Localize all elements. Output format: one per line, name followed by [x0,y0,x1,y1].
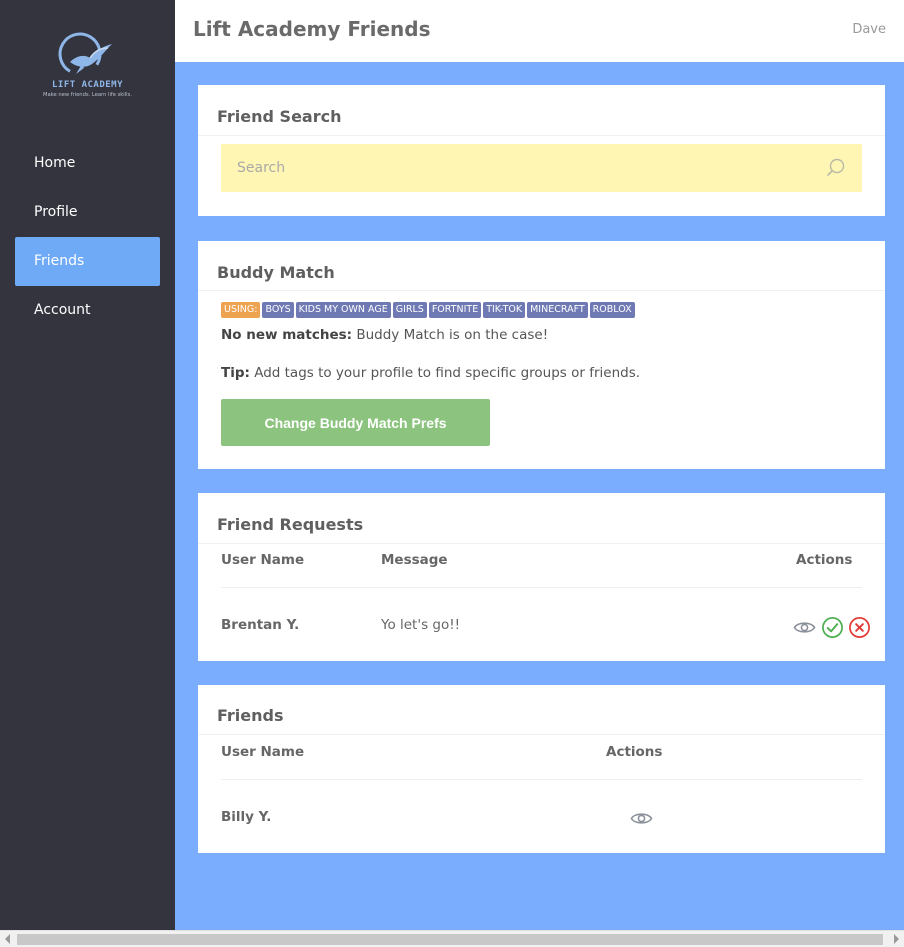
sidebar-item-profile[interactable]: Profile [15,188,160,237]
scroll-right-arrow-icon[interactable] [894,934,899,944]
friend-search-card: Friend Search [198,85,885,216]
tip-bold: Tip: [221,365,250,381]
tag-badge: TIK-TOK [483,302,526,318]
scroll-left-arrow-icon[interactable] [5,934,10,944]
tip-text: Add tags to your profile to find specifi… [249,365,641,381]
scrollbar-thumb[interactable] [17,934,883,945]
sidebar-item-home[interactable]: Home [15,139,160,188]
logo-tagline: Make new friends. Learn life skills. [43,92,132,98]
search-input[interactable] [221,144,862,192]
tag-badge: FORTNITE [428,302,482,318]
change-buddy-match-prefs-button[interactable]: Change Buddy Match Prefs [221,399,490,446]
divider [198,543,885,544]
friend-requests-card: Friend Requests User Name Message Action… [198,493,885,661]
friend-search-title: Friend Search [217,107,342,126]
column-header-message: Message [381,552,448,568]
buddy-match-tip: Tip: Add tags to your profile to find sp… [221,365,640,381]
column-header-actions: Actions [796,552,853,568]
using-label-badge: USING: [221,302,261,318]
tag-badge: MINECRAFT [527,302,588,318]
eye-icon[interactable] [630,807,653,830]
lift-academy-logo[interactable]: LIFT ACADEMY Make new friends. Learn lif… [30,28,145,103]
column-header-user-name: User Name [221,552,305,568]
tag-badge: ROBLOX [589,302,635,318]
divider [198,135,885,136]
row-divider [221,587,862,588]
user-menu[interactable]: Dave [852,22,886,37]
top-bar: Lift Academy Friends Dave [175,0,904,62]
eye-icon[interactable] [793,616,816,639]
request-user-name: Brentan Y. [221,617,300,633]
search-icon[interactable] [826,158,846,178]
tag-badge: KIDS MY OWN AGE [295,302,391,318]
sidebar: LIFT ACADEMY Make new friends. Learn lif… [0,0,175,930]
accept-check-icon[interactable] [821,616,844,639]
sidebar-nav: Home Profile Friends Account [15,139,160,335]
row-divider [221,779,862,780]
friend-user-name: Billy Y. [221,809,272,825]
status-bold: No new matches: [221,327,353,343]
friend-requests-title: Friend Requests [217,515,364,534]
status-text: Buddy Match is on the case! [352,327,549,343]
friends-title: Friends [217,706,284,725]
divider [198,734,885,735]
tag-badge: BOYS [262,302,294,318]
buddy-match-card: Buddy Match USING: BOYS KIDS MY OWN AGE … [198,241,885,469]
buddy-match-tags: USING: BOYS KIDS MY OWN AGE GIRLS FORTNI… [221,302,635,318]
column-header-actions: Actions [606,744,663,760]
reject-x-icon[interactable] [848,616,871,639]
friends-card: Friends User Name Actions Billy Y. [198,685,885,853]
horizontal-scrollbar[interactable] [0,930,904,947]
buddy-match-title: Buddy Match [217,263,335,282]
request-message: Yo let's go!! [381,617,461,633]
divider [198,290,885,291]
tag-badge: GIRLS [392,302,427,318]
logo-title: LIFT ACADEMY [51,80,124,90]
sidebar-item-friends[interactable]: Friends [15,237,160,286]
sidebar-item-account[interactable]: Account [15,286,160,335]
buddy-match-status: No new matches: Buddy Match is on the ca… [221,327,548,343]
bird-logo-icon [58,32,112,76]
page-title: Lift Academy Friends [193,17,431,41]
column-header-user-name: User Name [221,744,305,760]
